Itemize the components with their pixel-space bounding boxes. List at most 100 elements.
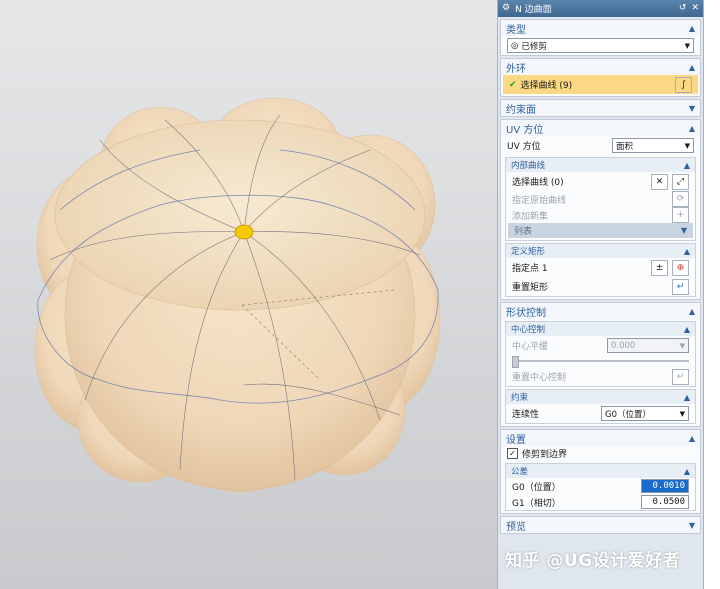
enter-icon: ↵ [672,368,689,385]
continuity-value: G0（位置） [605,409,651,420]
chevron-down-icon: ▼ [684,41,690,50]
subgroup-inner-curves-header[interactable]: 内部曲线 ▲ [506,158,695,172]
subgroup-tolerance: 公差 ▲ G0（位置） 0.0010 G1（相切） 0.0500 [505,463,696,511]
group-shape-control-header[interactable]: 形状控制 ▲ [501,303,700,319]
specify-point-label: 指定点 1 [512,264,548,274]
subgroup-define-rect-header[interactable]: 定义矩形 ▲ [506,244,695,258]
n-sided-surface-dialog: ⚙ N 边曲面 ↺ ✕ 类型 ▲ ◎ 已修剪 ▼ 外环 ▲ ✔ 选择曲线 (9)… [497,0,704,589]
point-dialog-icon[interactable]: ± [651,259,668,276]
chevron-up-icon: ▲ [688,123,695,133]
outer-loop-select-label: 选择曲线 (9) [520,81,573,91]
subgroup-inner-curves-title: 内部曲线 [511,161,546,171]
chevron-down-icon: ▼ [680,226,687,235]
inner-curves-select-row[interactable]: 选择曲线 (0) ✕ ⤢ [506,172,695,191]
pumpkin-surface-model [34,97,441,493]
group-constraint-face-title: 约束面 [506,104,536,116]
group-uv: UV 方位 ▲ UV 方位 面积 ▼ 内部曲线 ▲ 选择曲线 (0) ✕ ⤢ 指… [500,119,701,300]
group-shape-control: 形状控制 ▲ 中心控制 ▲ 中心平缓 0.000 ▼ 重置中心控制 ↵ 约束 ▲… [500,302,701,427]
group-preview-title: 预览 [506,521,526,533]
subgroup-inner-curves: 内部曲线 ▲ 选择曲线 (0) ✕ ⤢ 指定原始曲线 ⟳ 添加新集 + 列表 ▼ [505,157,696,241]
chevron-down-icon: ▼ [679,409,685,418]
slider-track [512,356,689,368]
group-preview-header[interactable]: 预览 ▼ [501,517,700,533]
chevron-down-icon: ▼ [688,103,695,113]
continuity-dropdown[interactable]: G0（位置） ▼ [601,406,689,421]
surface-lobes [34,97,441,493]
chevron-down-icon: ▼ [688,520,695,530]
watermark: 知乎 @UG设计爱好者 [505,551,681,571]
subgroup-tolerance-title: 公差 [511,467,529,477]
trim-to-boundary-row[interactable]: ✓ 修剪到边界 [501,446,700,461]
subgroup-constraint: 约束 ▲ 连续性 G0（位置） ▼ [505,389,696,424]
g1-tolerance-input[interactable]: 0.0500 [641,495,689,509]
curve-select-icon[interactable]: ⤢ [672,173,689,190]
group-type-header[interactable]: 类型 ▲ [501,20,700,36]
reset-icon[interactable]: ↺ [679,4,687,13]
group-outer-loop-header[interactable]: 外环 ▲ [501,59,700,75]
group-outer-loop: 外环 ▲ ✔ 选择曲线 (9) ∫ [500,58,701,97]
trimmed-surface-icon: ◎ [511,40,519,51]
uv-orientation-value: 面积 [616,141,634,152]
graphics-viewport[interactable] [0,0,497,589]
inner-curves-select-label: 选择曲线 (0) [512,178,564,188]
g0-tolerance-label: G0（位置） [512,482,561,493]
group-type-title: 类型 [506,24,526,36]
center-flat-slider [506,355,695,368]
g0-tolerance-input[interactable]: 0.0010 [641,479,689,493]
subgroup-define-rect: 定义矩形 ▲ 指定点 1 ± ⊕ 重置矩形 ↵ [505,243,696,297]
curve-icon[interactable]: ∫ [675,76,692,93]
continuity-label: 连续性 [512,410,540,420]
subgroup-center-control-title: 中心控制 [511,325,546,335]
group-settings-header[interactable]: 设置 ▲ [501,430,700,446]
group-uv-header[interactable]: UV 方位 ▲ [501,120,700,136]
group-preview: 预览 ▼ [500,516,701,534]
subgroup-tolerance-header[interactable]: 公差 ▲ [506,464,695,478]
chevron-up-icon: ▲ [688,23,695,33]
center-flat-value: 0.000 [611,340,636,351]
add-icon: + [672,207,689,223]
group-type: 类型 ▲ ◎ 已修剪 ▼ [500,19,701,56]
origin-curve-row: 指定原始曲线 ⟳ [506,191,695,207]
group-constraint-face-header[interactable]: 约束面 ▼ [501,100,700,116]
group-settings: 设置 ▲ ✓ 修剪到边界 公差 ▲ G0（位置） 0.0010 G1（相切） 0… [500,429,701,514]
close-icon[interactable]: ✕ [691,4,699,13]
center-flat-row: 中心平缓 0.000 ▼ [506,336,695,355]
center-point[interactable] [234,224,254,240]
chevron-up-icon: ▲ [683,466,690,476]
add-set-row: 添加新集 + [506,207,695,223]
center-flat-label: 中心平缓 [512,342,549,352]
group-uv-title: UV 方位 [506,124,544,136]
trim-checkbox[interactable]: ✓ [507,448,518,459]
list-label: 列表 [514,227,533,237]
type-dropdown-value: 已修剪 [521,41,547,52]
curve-icon: ⟳ [672,191,689,207]
reset-center-row: 重置中心控制 ↵ [506,367,695,386]
close-icon[interactable]: ✕ [651,173,668,190]
uv-orientation-dropdown[interactable]: 面积 ▼ [612,138,694,153]
chevron-down-icon: ▼ [684,141,690,150]
subgroup-define-rect-title: 定义矩形 [511,247,546,257]
enter-icon[interactable]: ↵ [672,278,689,295]
g1-tolerance-label: G1（相切） [512,498,561,509]
type-row: ◎ 已修剪 ▼ [501,36,700,55]
point-icon[interactable]: ⊕ [672,259,689,276]
group-outer-loop-title: 外环 [506,63,526,75]
type-dropdown[interactable]: ◎ 已修剪 ▼ [507,38,694,53]
reset-rect-row: 重置矩形 ↵ [506,277,695,296]
subgroup-center-control-header[interactable]: 中心控制 ▲ [506,322,695,336]
subgroup-constraint-header[interactable]: 约束 ▲ [506,390,695,404]
reset-rect-label: 重置矩形 [512,283,549,293]
chevron-up-icon: ▲ [688,433,695,443]
group-constraint-face: 约束面 ▼ [500,99,701,117]
gear-icon[interactable]: ⚙ [502,4,510,13]
list-header[interactable]: 列表 ▼ [508,223,693,238]
outer-loop-select-row[interactable]: ✔ 选择曲线 (9) ∫ [503,75,698,94]
slider-handle [512,356,519,368]
subgroup-constraint-title: 约束 [511,393,529,403]
center-flat-field: 0.000 ▼ [607,338,689,353]
specify-point-row: 指定点 1 ± ⊕ [506,258,695,277]
g0-tolerance-row: G0（位置） 0.0010 [506,478,695,494]
check-icon: ✔ [509,79,517,90]
dialog-title-bar: ⚙ N 边曲面 ↺ ✕ [498,0,703,17]
continuity-row: 连续性 G0（位置） ▼ [506,404,695,423]
